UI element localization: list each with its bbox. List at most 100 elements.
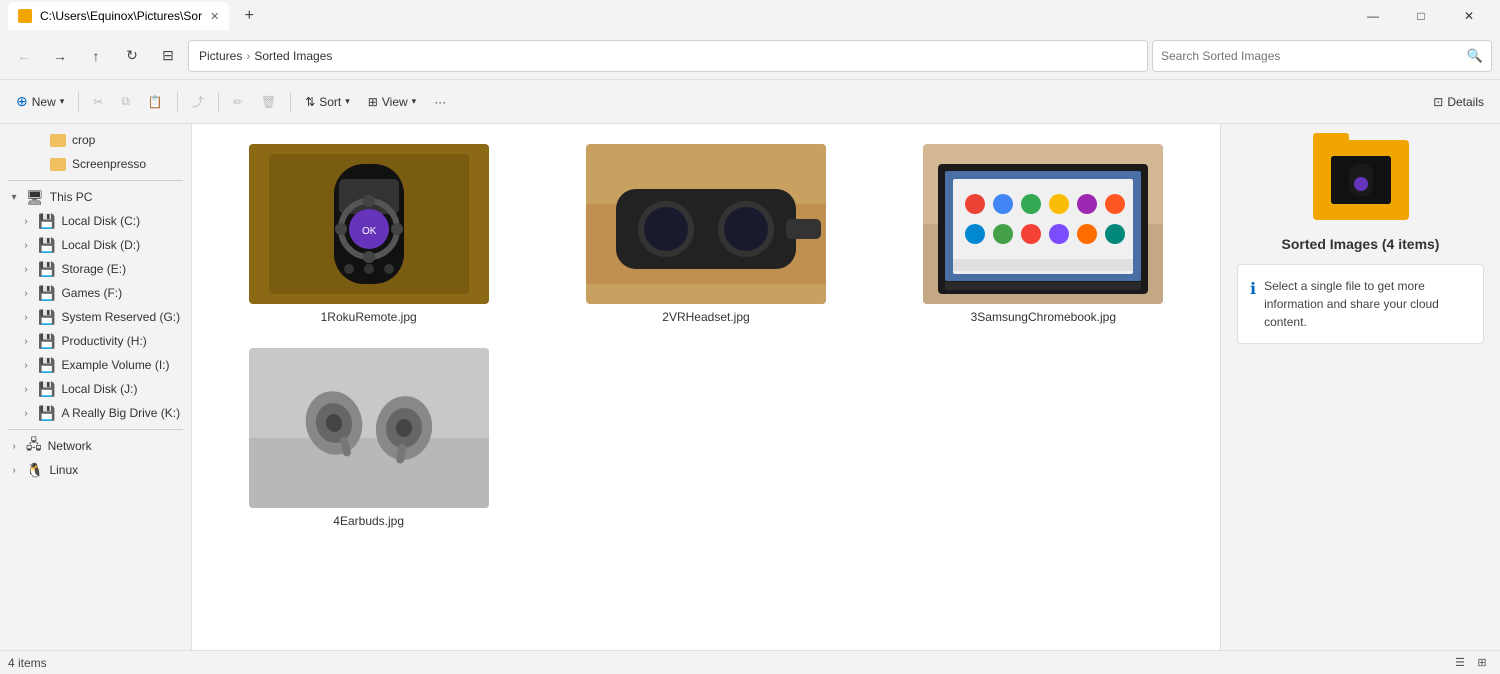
sidebar-item-label-crop: crop [72, 133, 95, 147]
new-plus-icon: ⊕ [16, 93, 28, 110]
expand-icon-drive-k: › [20, 407, 32, 419]
sidebar-item-drive-c[interactable]: › 💾 Local Disk (C:) [0, 209, 191, 233]
sidebar-item-crop[interactable]: crop [0, 128, 191, 152]
maximize-button[interactable]: □ [1398, 0, 1444, 32]
sidebar-item-drive-k[interactable]: › 💾 A Really Big Drive (K:) [0, 401, 191, 425]
search-icon[interactable]: 🔍 [1467, 48, 1483, 64]
tab[interactable]: C:\Users\Equinox\Pictures\Sor ✕ [8, 2, 229, 30]
cut-icon: ✂ [93, 95, 103, 109]
details-info-box: ℹ Select a single file to get more infor… [1237, 264, 1484, 344]
close-button[interactable]: ✕ [1446, 0, 1492, 32]
expand-icon-drive-i: › [20, 359, 32, 371]
address-expand-button[interactable]: ⊟ [152, 40, 184, 72]
sidebar-item-label-drive-g: System Reserved (G:) [61, 310, 180, 324]
search-box[interactable]: 🔍 [1152, 40, 1492, 72]
view-label: View [382, 95, 408, 109]
file-area: OK 1RokuRemote.jpg [192, 124, 1220, 650]
delete-button[interactable]: 🗑 [253, 86, 284, 118]
new-tab-button[interactable]: + [237, 4, 261, 28]
file-name-roku: 1RokuRemote.jpg [321, 310, 417, 324]
view-icon: ⊞ [368, 95, 378, 109]
up-button[interactable]: ↑ [80, 40, 112, 72]
expand-icon-drive-c: › [20, 215, 32, 227]
new-label: New [32, 95, 56, 109]
address-bar: ← → ↑ ↻ ⊟ Pictures › Sorted Images 🔍 [0, 32, 1500, 80]
thispc-icon: 🖥 [26, 189, 44, 206]
sidebar-item-label-drive-c: Local Disk (C:) [61, 214, 140, 228]
cut-button[interactable]: ✂ [85, 86, 111, 118]
status-view-buttons: ☰ ⊞ [1450, 653, 1492, 673]
new-chevron-icon: ▾ [60, 96, 65, 107]
sidebar-item-label-drive-d: Local Disk (D:) [61, 238, 140, 252]
file-thumb-chromebook [923, 144, 1163, 304]
sidebar-item-network[interactable]: › 🖧 Network [0, 434, 191, 458]
expand-icon-drive-e: › [20, 263, 32, 275]
details-label: Details [1447, 95, 1484, 109]
toolbar-separator-3 [218, 92, 219, 112]
file-name-earbuds: 4Earbuds.jpg [333, 514, 404, 528]
sort-button[interactable]: ⇅ Sort ▾ [297, 86, 358, 118]
view-button[interactable]: ⊞ View ▾ [360, 86, 424, 118]
expand-icon-drive-h: › [20, 335, 32, 347]
toolbar-separator-4 [290, 92, 291, 112]
drive-k-icon: 💾 [38, 405, 55, 422]
sidebar-item-drive-h[interactable]: › 💾 Productivity (H:) [0, 329, 191, 353]
title-bar-controls: — □ ✕ [1350, 0, 1492, 32]
sort-icon: ⇅ [305, 95, 315, 109]
minimize-button[interactable]: — [1350, 0, 1396, 32]
rename-button[interactable]: ✏ [225, 86, 251, 118]
network-icon: 🖧 [26, 434, 42, 458]
sidebar-item-thispc[interactable]: ▾ 🖥 This PC [0, 185, 191, 209]
sidebar-item-label-drive-f: Games (F:) [61, 286, 122, 300]
breadcrumb-pictures[interactable]: Pictures [199, 49, 242, 63]
breadcrumb-sorted-images[interactable]: Sorted Images [254, 49, 332, 63]
sidebar-item-drive-f[interactable]: › 💾 Games (F:) [0, 281, 191, 305]
sidebar-item-linux[interactable]: › 🐧 Linux [0, 458, 191, 482]
details-panel: Sorted Images (4 items) ℹ Select a singl… [1220, 124, 1500, 650]
sidebar-item-label-drive-i: Example Volume (I:) [61, 358, 169, 372]
refresh-button[interactable]: ↻ [116, 40, 148, 72]
sidebar-item-drive-g[interactable]: › 💾 System Reserved (G:) [0, 305, 191, 329]
back-button[interactable]: ← [8, 40, 40, 72]
toolbar-separator-2 [177, 92, 178, 112]
share-button[interactable]: ⤴ [184, 86, 212, 118]
sidebar-item-label-drive-e: Storage (E:) [61, 262, 126, 276]
copy-button[interactable]: ⧉ [113, 86, 138, 118]
paste-button[interactable]: 📋 [140, 86, 171, 118]
more-button[interactable]: ··· [426, 86, 454, 118]
details-button[interactable]: ⊡ Details [1425, 86, 1492, 118]
linux-icon: 🐧 [26, 462, 43, 479]
expand-icon-network: › [8, 440, 20, 452]
sidebar-separator-2 [8, 429, 183, 430]
sidebar-item-screenpresso[interactable]: Screenpresso [0, 152, 191, 176]
sidebar-item-drive-j[interactable]: › 💾 Local Disk (J:) [0, 377, 191, 401]
sidebar-item-label-drive-h: Productivity (H:) [61, 334, 146, 348]
file-item-vr[interactable]: 2VRHeadset.jpg [545, 140, 866, 328]
tab-close-button[interactable]: ✕ [210, 10, 219, 23]
search-input[interactable] [1161, 49, 1463, 63]
file-item-earbuds[interactable]: 4Earbuds.jpg [208, 344, 529, 532]
file-item-roku[interactable]: OK 1RokuRemote.jpg [208, 140, 529, 328]
sidebar-item-label-thispc: This PC [50, 190, 93, 204]
drive-g-icon: 💾 [38, 309, 55, 326]
grid-view-button[interactable]: ⊞ [1472, 653, 1492, 673]
drive-e-icon: 💾 [38, 261, 55, 278]
details-folder-name: Sorted Images (4 items) [1282, 236, 1440, 252]
sidebar-item-drive-d[interactable]: › 💾 Local Disk (D:) [0, 233, 191, 257]
new-button[interactable]: ⊕ New ▾ [8, 86, 72, 118]
more-icon: ··· [434, 95, 446, 109]
expand-icon-drive-f: › [20, 287, 32, 299]
rename-icon: ✏ [233, 95, 243, 109]
details-folder-icon [1313, 140, 1409, 220]
expand-icon-crop [32, 134, 44, 146]
sidebar-item-drive-e[interactable]: › 💾 Storage (E:) [0, 257, 191, 281]
tab-title: C:\Users\Equinox\Pictures\Sor [40, 9, 202, 23]
folder-icon-crop [50, 134, 66, 147]
delete-icon: 🗑 [261, 95, 276, 109]
drive-c-icon: 💾 [38, 213, 55, 230]
forward-button[interactable]: → [44, 40, 76, 72]
status-items-count: 4 items [8, 656, 47, 670]
list-view-button[interactable]: ☰ [1450, 653, 1470, 673]
sidebar-item-drive-i[interactable]: › 💾 Example Volume (I:) [0, 353, 191, 377]
file-item-chromebook[interactable]: 3SamsungChromebook.jpg [883, 140, 1204, 328]
